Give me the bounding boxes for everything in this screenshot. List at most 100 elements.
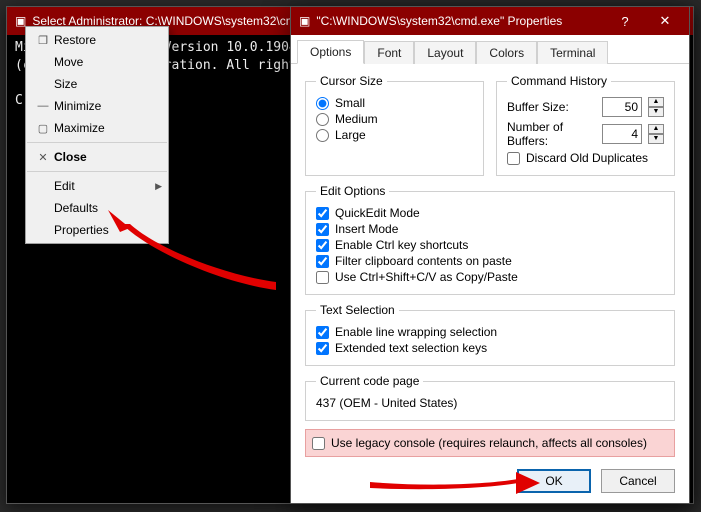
command-history-group: Command History Buffer Size: ▲▼ Number o…	[496, 74, 675, 176]
spinner-up-icon[interactable]: ▲	[648, 124, 664, 134]
menu-label-defaults: Defaults	[54, 201, 162, 215]
edit-options-legend: Edit Options	[316, 184, 389, 198]
buffer-size-label: Buffer Size:	[507, 100, 596, 114]
buffer-size-input[interactable]	[602, 97, 642, 117]
quickedit-row[interactable]: QuickEdit Mode	[316, 206, 664, 220]
menu-label-restore: Restore	[54, 33, 162, 47]
cursor-medium-label: Medium	[335, 112, 378, 126]
ctrl-shift-cv-label: Use Ctrl+Shift+C/V as Copy/Paste	[335, 270, 518, 284]
quickedit-checkbox[interactable]	[316, 207, 329, 220]
chevron-right-icon: ▶	[155, 181, 162, 192]
filter-clipboard-checkbox[interactable]	[316, 255, 329, 268]
quickedit-label: QuickEdit Mode	[335, 206, 420, 220]
text-selection-legend: Text Selection	[316, 303, 399, 317]
insert-mode-row[interactable]: Insert Mode	[316, 222, 664, 236]
extended-keys-label: Extended text selection keys	[335, 341, 487, 355]
line-wrap-checkbox[interactable]	[316, 326, 329, 339]
menu-label-properties: Properties	[54, 223, 162, 237]
cursor-small-radio[interactable]	[316, 97, 329, 110]
ok-button[interactable]: OK	[517, 469, 591, 493]
history-legend: Command History	[507, 74, 611, 88]
menu-label-close: Close	[54, 150, 162, 164]
spinner-down-icon[interactable]: ▼	[648, 107, 664, 117]
line-wrap-label: Enable line wrapping selection	[335, 325, 497, 339]
restore-icon: ❐	[32, 34, 54, 47]
cursor-small-label: Small	[335, 96, 365, 110]
line-wrap-row[interactable]: Enable line wrapping selection	[316, 325, 664, 339]
properties-title: "C:\WINDOWS\system32\cmd.exe" Properties	[316, 14, 605, 28]
legacy-console-highlight: Use legacy console (requires relaunch, a…	[305, 429, 675, 457]
menu-separator	[27, 142, 167, 143]
spinner-down-icon[interactable]: ▼	[648, 134, 664, 144]
menu-label-minimize: Minimize	[54, 99, 162, 113]
edit-options-group: Edit Options QuickEdit Mode Insert Mode …	[305, 184, 675, 295]
menu-restore[interactable]: ❐ Restore	[26, 29, 168, 51]
legacy-console-row[interactable]: Use legacy console (requires relaunch, a…	[312, 436, 668, 450]
dialog-button-row: OK Cancel	[291, 461, 689, 503]
discard-duplicates-row[interactable]: Discard Old Duplicates	[507, 151, 664, 165]
ctrl-shortcuts-checkbox[interactable]	[316, 239, 329, 252]
num-buffers-label: Number of Buffers:	[507, 120, 596, 148]
discard-duplicates-checkbox[interactable]	[507, 152, 520, 165]
menu-move[interactable]: Move	[26, 51, 168, 73]
tab-terminal[interactable]: Terminal	[537, 41, 608, 64]
minimize-icon: —	[32, 100, 54, 112]
tab-options[interactable]: Options	[297, 40, 364, 64]
num-buffers-spinner[interactable]: ▲▼	[648, 124, 664, 144]
text-selection-group: Text Selection Enable line wrapping sele…	[305, 303, 675, 366]
spinner-up-icon[interactable]: ▲	[648, 97, 664, 107]
menu-properties[interactable]: Properties	[26, 219, 168, 241]
filter-clipboard-row[interactable]: Filter clipboard contents on paste	[316, 254, 664, 268]
cursor-large-row[interactable]: Large	[316, 128, 473, 142]
properties-dialog: ▣ "C:\WINDOWS\system32\cmd.exe" Properti…	[290, 6, 690, 504]
ctrl-shift-cv-row[interactable]: Use Ctrl+Shift+C/V as Copy/Paste	[316, 270, 664, 284]
tab-colors[interactable]: Colors	[476, 41, 537, 64]
buffer-size-spinner[interactable]: ▲▼	[648, 97, 664, 117]
cursor-large-label: Large	[335, 128, 366, 142]
codepage-value: 437 (OEM - United States)	[316, 394, 664, 412]
menu-minimize[interactable]: — Minimize	[26, 95, 168, 117]
cursor-size-legend: Cursor Size	[316, 74, 387, 88]
cancel-button[interactable]: Cancel	[601, 469, 675, 493]
tab-layout[interactable]: Layout	[414, 41, 476, 64]
menu-size[interactable]: Size	[26, 73, 168, 95]
ctrl-shift-cv-checkbox[interactable]	[316, 271, 329, 284]
legacy-console-checkbox[interactable]	[312, 437, 325, 450]
menu-defaults[interactable]: Defaults	[26, 197, 168, 219]
ctrl-shortcuts-row[interactable]: Enable Ctrl key shortcuts	[316, 238, 664, 252]
codepage-legend: Current code page	[316, 374, 423, 388]
codepage-group: Current code page 437 (OEM - United Stat…	[305, 374, 675, 421]
cmd-window-icon: ▣	[299, 14, 310, 28]
filter-clipboard-label: Filter clipboard contents on paste	[335, 254, 512, 268]
extended-keys-row[interactable]: Extended text selection keys	[316, 341, 664, 355]
tab-font[interactable]: Font	[364, 41, 414, 64]
cursor-small-row[interactable]: Small	[316, 96, 473, 110]
help-button[interactable]: ?	[605, 10, 645, 32]
cursor-medium-row[interactable]: Medium	[316, 112, 473, 126]
properties-titlebar[interactable]: ▣ "C:\WINDOWS\system32\cmd.exe" Properti…	[291, 7, 689, 35]
menu-edit[interactable]: Edit ▶	[26, 175, 168, 197]
menu-label-size: Size	[54, 77, 162, 91]
close-button[interactable]: ✕	[645, 10, 685, 32]
system-menu: ❐ Restore Move Size — Minimize ▢ Maximiz…	[25, 26, 169, 244]
menu-maximize[interactable]: ▢ Maximize	[26, 117, 168, 139]
insert-mode-checkbox[interactable]	[316, 223, 329, 236]
menu-label-move: Move	[54, 55, 162, 69]
num-buffers-input[interactable]	[602, 124, 642, 144]
close-icon: ✕	[32, 151, 54, 164]
cursor-size-group: Cursor Size Small Medium Large	[305, 74, 484, 176]
insert-mode-label: Insert Mode	[335, 222, 398, 236]
menu-label-maximize: Maximize	[54, 121, 162, 135]
ctrl-shortcuts-label: Enable Ctrl key shortcuts	[335, 238, 468, 252]
cursor-medium-radio[interactable]	[316, 113, 329, 126]
cursor-large-radio[interactable]	[316, 129, 329, 142]
discard-duplicates-label: Discard Old Duplicates	[526, 151, 648, 165]
menu-label-edit: Edit	[54, 179, 155, 193]
maximize-icon: ▢	[32, 122, 54, 135]
properties-body: Cursor Size Small Medium Large Command H…	[291, 64, 689, 461]
menu-separator	[27, 171, 167, 172]
tab-strip: Options Font Layout Colors Terminal	[291, 35, 689, 64]
menu-close[interactable]: ✕ Close	[26, 146, 168, 168]
extended-keys-checkbox[interactable]	[316, 342, 329, 355]
legacy-console-label: Use legacy console (requires relaunch, a…	[331, 436, 647, 450]
